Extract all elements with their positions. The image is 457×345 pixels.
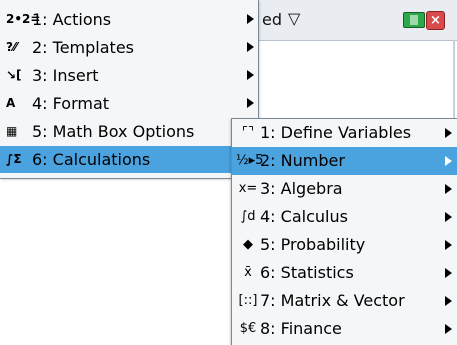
insert-icon: ↘[ — [6, 68, 22, 82]
main-menu-item-label: 5: Math Box Options — [32, 122, 195, 141]
chevron-down-icon[interactable]: ▽ — [288, 9, 300, 28]
submenu-item-4[interactable]: ∫d 4: Calculus — [232, 203, 457, 231]
math-box-options-icon: ▦ — [6, 124, 18, 138]
matrix-vector-icon: [::] — [238, 293, 258, 308]
submenu-arrow-icon — [247, 98, 254, 108]
submenu-arrow-icon — [445, 156, 452, 166]
calculations-submenu: ⌜⌝ 1: Define Variables ½▸5 2: Number x= 3: Al… — [231, 118, 457, 345]
submenu-arrow-icon — [445, 240, 452, 250]
main-menu-item-2[interactable]: ?⁄⁄ 2: Templates — [0, 34, 258, 61]
submenu-item-3[interactable]: x= 3: Algebra — [232, 175, 457, 203]
submenu-item-7[interactable]: [::] 7: Matrix & Vector — [232, 287, 457, 315]
algebra-icon: x= — [238, 181, 258, 196]
calculus-icon: ∫d — [240, 209, 256, 224]
document-title-text: ed — [262, 10, 282, 29]
calculations-icon: ∫Σ — [6, 152, 22, 166]
submenu-item-label: 2: Number — [260, 151, 345, 170]
main-menu-item-1[interactable]: 2•2= 1: Actions — [0, 6, 258, 33]
define-variables-icon: ⌜⌝ — [241, 125, 255, 140]
submenu-arrow-icon — [247, 14, 254, 24]
submenu-item-2[interactable]: ½▸5 2: Number — [232, 147, 457, 175]
submenu-item-label: 3: Algebra — [260, 179, 343, 198]
submenu-item-label: 8: Finance — [260, 319, 342, 338]
battery-icon — [403, 12, 425, 28]
main-menu-item-label: 6: Calculations — [32, 150, 151, 169]
main-menu-item-label: 1: Actions — [32, 10, 112, 29]
submenu-arrow-icon — [445, 212, 452, 222]
submenu-item-label: 7: Matrix & Vector — [260, 291, 405, 310]
main-menu-item-5[interactable]: ▦ 5: Math Box Options — [0, 118, 258, 145]
templates-icon: ?⁄⁄ — [6, 40, 17, 54]
number-icon: ½▸5 — [236, 153, 264, 168]
actions-icon: 2•2= — [6, 12, 41, 26]
main-menu-item-label: 2: Templates — [32, 38, 134, 57]
submenu-item-label: 6: Statistics — [260, 263, 354, 282]
submenu-arrow-icon — [445, 296, 452, 306]
submenu-item-label: 1: Define Variables — [260, 123, 412, 142]
main-menu-item-label: 4: Format — [32, 94, 110, 113]
submenu-arrow-icon — [247, 70, 254, 80]
probability-icon: ◆ — [243, 237, 253, 252]
format-icon: A — [6, 96, 16, 110]
submenu-arrow-icon — [445, 324, 452, 334]
document-title[interactable]: ed ▽ — [262, 9, 300, 29]
main-menu-item-label: 3: Insert — [32, 66, 99, 85]
submenu-item-6[interactable]: x̄ 6: Statistics — [232, 259, 457, 287]
main-menu-item-3[interactable]: ↘[ 3: Insert — [0, 62, 258, 89]
close-icon[interactable]: × — [426, 11, 445, 30]
submenu-arrow-icon — [247, 42, 254, 52]
statistics-icon: x̄ — [244, 265, 252, 280]
submenu-item-label: 5: Probability — [260, 235, 366, 254]
main-menu: 2•2= 1: Actions ?⁄⁄ 2: Templates ↘[ 3: Insert… — [0, 0, 259, 179]
submenu-arrow-icon — [445, 128, 452, 138]
submenu-item-1[interactable]: ⌜⌝ 1: Define Variables — [232, 119, 457, 147]
submenu-arrow-icon — [445, 268, 452, 278]
finance-icon: $€ — [239, 321, 257, 336]
main-menu-item-4[interactable]: A 4: Format — [0, 90, 258, 117]
submenu-item-label: 4: Calculus — [260, 207, 348, 226]
main-menu-item-6[interactable]: ∫Σ 6: Calculations — [0, 146, 258, 173]
submenu-item-8[interactable]: $€ 8: Finance — [232, 315, 457, 343]
submenu-arrow-icon — [445, 184, 452, 194]
submenu-item-5[interactable]: ◆ 5: Probability — [232, 231, 457, 259]
